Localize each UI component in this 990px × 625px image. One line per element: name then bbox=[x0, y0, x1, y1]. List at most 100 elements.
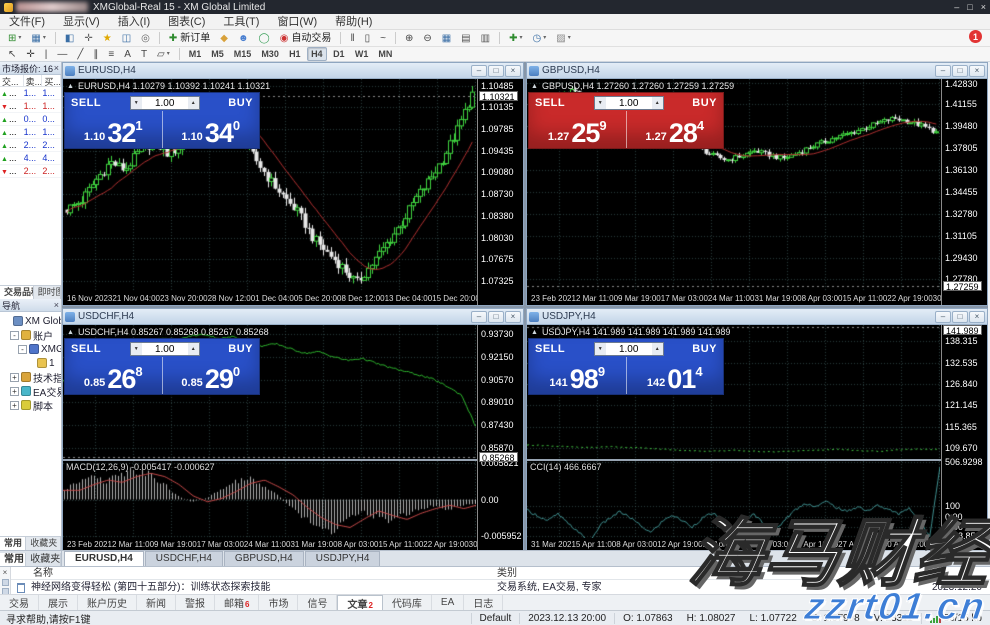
indicator-canvas[interactable] bbox=[527, 461, 940, 538]
minimize-icon[interactable]: – bbox=[954, 2, 959, 12]
dock-icon[interactable] bbox=[2, 579, 9, 586]
close-icon[interactable]: × bbox=[54, 300, 59, 310]
line-chart-icon[interactable]: ~ bbox=[376, 31, 390, 45]
tree-expander-icon[interactable]: - bbox=[18, 345, 27, 354]
terminal-tab-日志[interactable]: 日志 bbox=[464, 595, 503, 610]
market-watch-titlebar[interactable]: 市场报价: 16 × bbox=[0, 62, 61, 75]
chart-window-titlebar[interactable]: USDJPY,H4 – □ × bbox=[527, 309, 987, 325]
menu-item[interactable]: 帮助(H) bbox=[326, 14, 381, 30]
navigator-tab[interactable]: 收藏夹 bbox=[26, 537, 61, 550]
periods-icon[interactable]: ◷▾ bbox=[528, 31, 550, 45]
terminal-tab-EA[interactable]: EA bbox=[432, 595, 464, 610]
close-icon[interactable]: × bbox=[54, 63, 59, 73]
restore-icon[interactable]: □ bbox=[488, 65, 504, 77]
market-watch-row[interactable]: ▼...2...2... bbox=[0, 165, 61, 178]
metaeditor-icon[interactable]: ◆ bbox=[216, 31, 232, 45]
auto-trading-icon[interactable]: ◉自动交易 bbox=[276, 31, 336, 45]
collapse-panel-icon[interactable]: ▲ bbox=[531, 83, 538, 90]
menu-item[interactable]: 文件(F) bbox=[0, 14, 54, 30]
volume-value[interactable]: 1.00 bbox=[606, 97, 652, 109]
candlestick-icon[interactable]: ▯ bbox=[361, 31, 375, 45]
terminal-tab-市场[interactable]: 市场 bbox=[259, 595, 298, 610]
terminal-tab-代码库[interactable]: 代码库 bbox=[383, 595, 432, 610]
market-watch-tab[interactable]: 交易品种 bbox=[0, 286, 34, 299]
zoom-out-icon[interactable]: ⊖ bbox=[419, 31, 435, 45]
strategy-tester-icon[interactable]: ◎ bbox=[137, 31, 154, 45]
tree-expander-icon[interactable]: - bbox=[10, 331, 19, 340]
cursor-icon[interactable]: ↖ bbox=[4, 47, 20, 61]
sell-button[interactable]: SELL bbox=[535, 343, 565, 355]
window-titlebar[interactable]: XMGlobal-Real 15 - XM Global Limited – □… bbox=[0, 0, 990, 14]
close-icon[interactable]: × bbox=[3, 568, 8, 577]
volume-stepper[interactable]: ▼ 1.00 ▲ bbox=[130, 342, 200, 356]
close-icon[interactable]: × bbox=[505, 65, 521, 77]
column-category[interactable]: 类别 bbox=[497, 567, 517, 580]
close-icon[interactable]: × bbox=[969, 65, 985, 77]
new-chart-icon[interactable]: ⊞▾ bbox=[4, 31, 25, 45]
collapse-panel-icon[interactable]: ▲ bbox=[531, 329, 538, 336]
terminal-tab-文章[interactable]: 文章2 bbox=[337, 595, 382, 610]
vertical-line-icon[interactable]: | bbox=[41, 47, 52, 61]
market-watch-row[interactable]: ▲...4...4... bbox=[0, 152, 61, 165]
fibonacci-icon[interactable]: ≡ bbox=[104, 47, 118, 61]
notification-badge[interactable]: 1 bbox=[969, 30, 982, 43]
price-scale[interactable]: 138.315132.535126.840121.145115.365109.6… bbox=[941, 325, 987, 551]
menu-item[interactable]: 插入(I) bbox=[109, 14, 159, 30]
terminal-tab-账户历史[interactable]: 账户历史 bbox=[78, 595, 137, 610]
tree-expander-icon[interactable]: + bbox=[10, 387, 19, 396]
volume-down-icon[interactable]: ▼ bbox=[131, 97, 142, 109]
indicator-canvas[interactable] bbox=[63, 461, 476, 538]
buy-price[interactable]: 1.27284 bbox=[627, 111, 724, 148]
shapes-icon[interactable]: ▱▾ bbox=[153, 47, 174, 61]
menu-item[interactable]: 工具(T) bbox=[214, 14, 268, 30]
column-header[interactable]: 买... bbox=[42, 75, 61, 86]
column-header[interactable]: 交... bbox=[0, 75, 24, 86]
sell-button[interactable]: SELL bbox=[71, 97, 101, 109]
minimize-icon[interactable]: – bbox=[471, 65, 487, 77]
terminal-tab-邮箱[interactable]: 邮箱6 bbox=[215, 595, 259, 610]
chart-tab[interactable]: GBPUSD,H4 bbox=[224, 551, 304, 566]
timeframe-m15-button[interactable]: M15 bbox=[230, 47, 256, 61]
volume-stepper[interactable]: ▼ 1.00 ▲ bbox=[594, 342, 664, 356]
time-axis[interactable]: 16 Nov 202321 Nov 04:0023 Nov 20:0028 No… bbox=[63, 292, 477, 305]
restore-icon[interactable]: □ bbox=[952, 311, 968, 323]
article-title[interactable]: 神经网络变得轻松 (第四十五部分)：训练状态探索技能 bbox=[31, 580, 270, 595]
sell-button[interactable]: SELL bbox=[71, 343, 101, 355]
buy-price[interactable]: 142014 bbox=[627, 357, 724, 394]
connection-status[interactable]: 86/15 kb bbox=[921, 613, 990, 624]
trendline-icon[interactable]: ╱ bbox=[73, 47, 87, 61]
timeframe-w1-button[interactable]: W1 bbox=[351, 47, 373, 61]
close-icon[interactable]: × bbox=[505, 311, 521, 323]
indicators-icon[interactable]: ✚▾ bbox=[505, 31, 526, 45]
close-icon[interactable]: × bbox=[969, 311, 985, 323]
tree-item[interactable]: -账户 bbox=[0, 328, 61, 342]
market-watch-row[interactable]: ▲...1...1... bbox=[0, 126, 61, 139]
terminal-tab-展示[interactable]: 展示 bbox=[39, 595, 78, 610]
navigator-tab[interactable]: 常用 bbox=[0, 537, 26, 550]
terminal-tab-信号[interactable]: 信号 bbox=[298, 595, 337, 610]
buy-price[interactable]: 0.85290 bbox=[163, 357, 260, 394]
bar-chart-icon[interactable]: ‖ bbox=[346, 31, 358, 45]
chart-tab[interactable]: USDCHF,H4 bbox=[145, 551, 223, 566]
tree-expander-icon[interactable]: + bbox=[10, 373, 19, 382]
minimize-icon[interactable]: – bbox=[935, 311, 951, 323]
restore-icon[interactable]: □ bbox=[488, 311, 504, 323]
sell-price[interactable]: 1.27259 bbox=[529, 111, 627, 148]
column-header[interactable]: 卖... bbox=[24, 75, 43, 86]
terminal-icon[interactable]: ◫ bbox=[118, 31, 135, 45]
horizontal-line-icon[interactable]: — bbox=[53, 47, 71, 61]
chart-tab[interactable]: USDJPY,H4 bbox=[305, 551, 381, 566]
buy-button[interactable]: BUY bbox=[228, 97, 253, 109]
zoom-in-icon[interactable]: ⊕ bbox=[401, 31, 417, 45]
chart-window-titlebar[interactable]: GBPUSD,H4 – □ × bbox=[527, 63, 987, 79]
timeframe-h1-button[interactable]: H1 bbox=[285, 47, 305, 61]
collapse-panel-icon[interactable]: ▲ bbox=[67, 83, 74, 90]
buy-button[interactable]: BUY bbox=[228, 343, 253, 355]
buy-button[interactable]: BUY bbox=[692, 343, 717, 355]
timeframe-m30-button[interactable]: M30 bbox=[257, 47, 283, 61]
timeframe-d1-button[interactable]: D1 bbox=[329, 47, 349, 61]
navigator-tab[interactable]: 收藏夹 bbox=[26, 553, 61, 566]
market-watch-row[interactable]: ▼...1...1... bbox=[0, 100, 61, 113]
minimize-icon[interactable]: – bbox=[471, 311, 487, 323]
price-scale[interactable]: 0.937300.921500.905700.890100.874300.858… bbox=[477, 325, 523, 551]
